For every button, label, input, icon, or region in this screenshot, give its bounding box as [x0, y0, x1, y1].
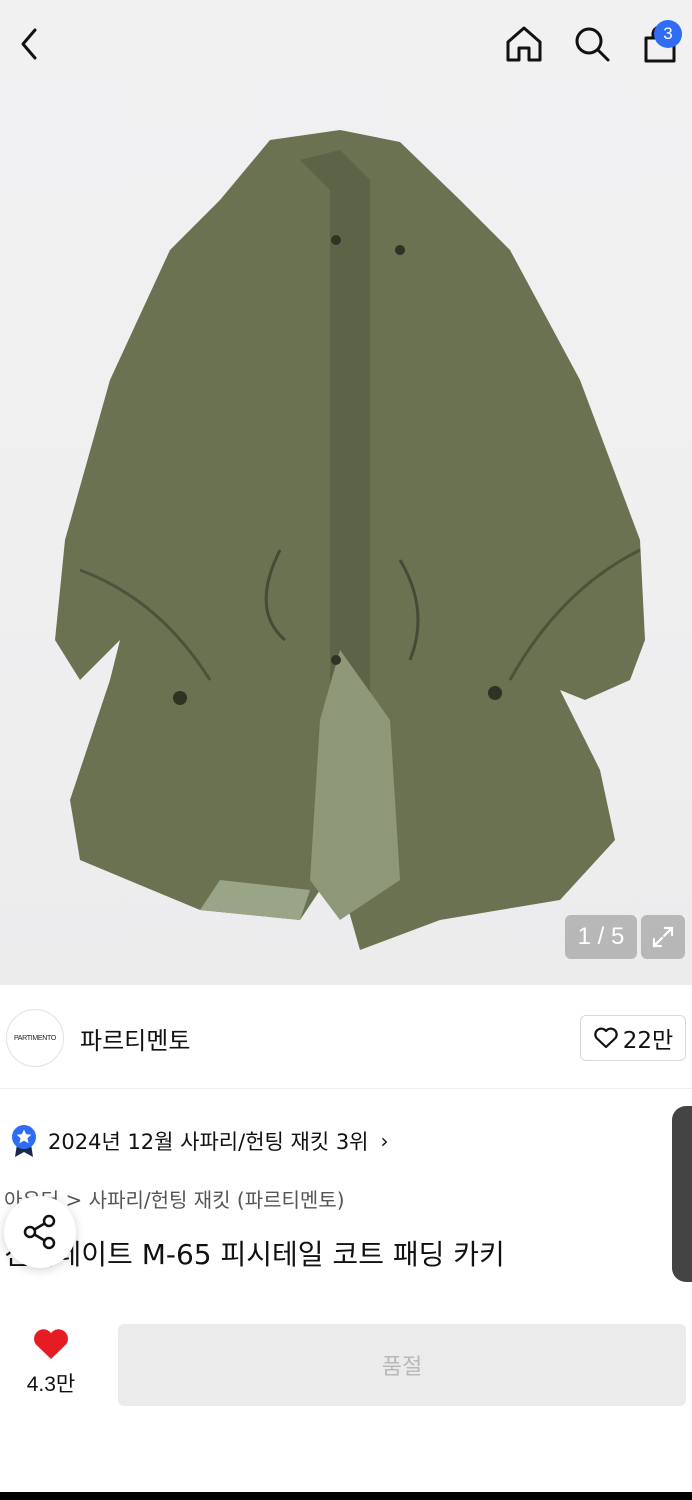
share-icon — [23, 1214, 56, 1250]
brand-logo[interactable]: PARTIMENTO — [6, 1009, 64, 1067]
cart-button[interactable]: 3 — [634, 18, 686, 70]
image-counter: 1 / 5 — [565, 915, 637, 959]
brand-like-button[interactable]: 22만 — [580, 1015, 686, 1061]
top-navigation-bar: 3 — [0, 0, 692, 90]
ranking-link[interactable]: 2024년 12월 사파리/헌팅 재킷 3위 › — [10, 1124, 389, 1158]
expand-image-button[interactable] — [641, 915, 685, 959]
bottom-action-bar: 4.3만 품절 — [0, 1300, 692, 1492]
heart-outline-icon — [594, 1027, 618, 1049]
home-button[interactable] — [498, 18, 550, 70]
favorite-button[interactable]: 4.3만 — [16, 1326, 86, 1398]
chevron-left-icon — [21, 28, 37, 60]
side-drawer-handle[interactable] — [672, 1106, 692, 1282]
brand-logo-text: PARTIMENTO — [13, 1034, 57, 1042]
favorite-count: 4.3만 — [26, 1373, 76, 1396]
brand-name[interactable]: 파르티멘토 — [80, 1021, 190, 1056]
product-image-gallery[interactable]: 1 / 5 — [0, 0, 692, 985]
award-badge-icon — [12, 1125, 36, 1157]
search-button[interactable] — [566, 18, 618, 70]
product-image — [55, 130, 645, 950]
share-button[interactable] — [4, 1196, 76, 1268]
expand-icon — [652, 926, 674, 948]
product-detail-screen: 1 / 5 3 PARTIMENTO 파르티멘토 22만 2024년 12월 사… — [0, 0, 692, 1492]
home-icon — [506, 26, 542, 62]
heart-filled-icon — [34, 1329, 68, 1359]
ranking-text: 2024년 12월 사파리/헌팅 재킷 3위 — [48, 1130, 369, 1154]
back-button[interactable] — [6, 18, 54, 70]
cart-count-badge: 3 — [654, 20, 682, 48]
brand-row: PARTIMENTO 파르티멘토 22만 — [0, 985, 692, 1089]
buy-button[interactable]: 품절 — [118, 1324, 686, 1406]
search-icon — [575, 27, 610, 62]
chevron-right-icon: › — [380, 1129, 389, 1153]
brand-like-count: 22만 — [622, 1028, 674, 1054]
product-title: 신슐레이트 M-65 피시테일 코트 패딩 카키 — [4, 1238, 505, 1271]
